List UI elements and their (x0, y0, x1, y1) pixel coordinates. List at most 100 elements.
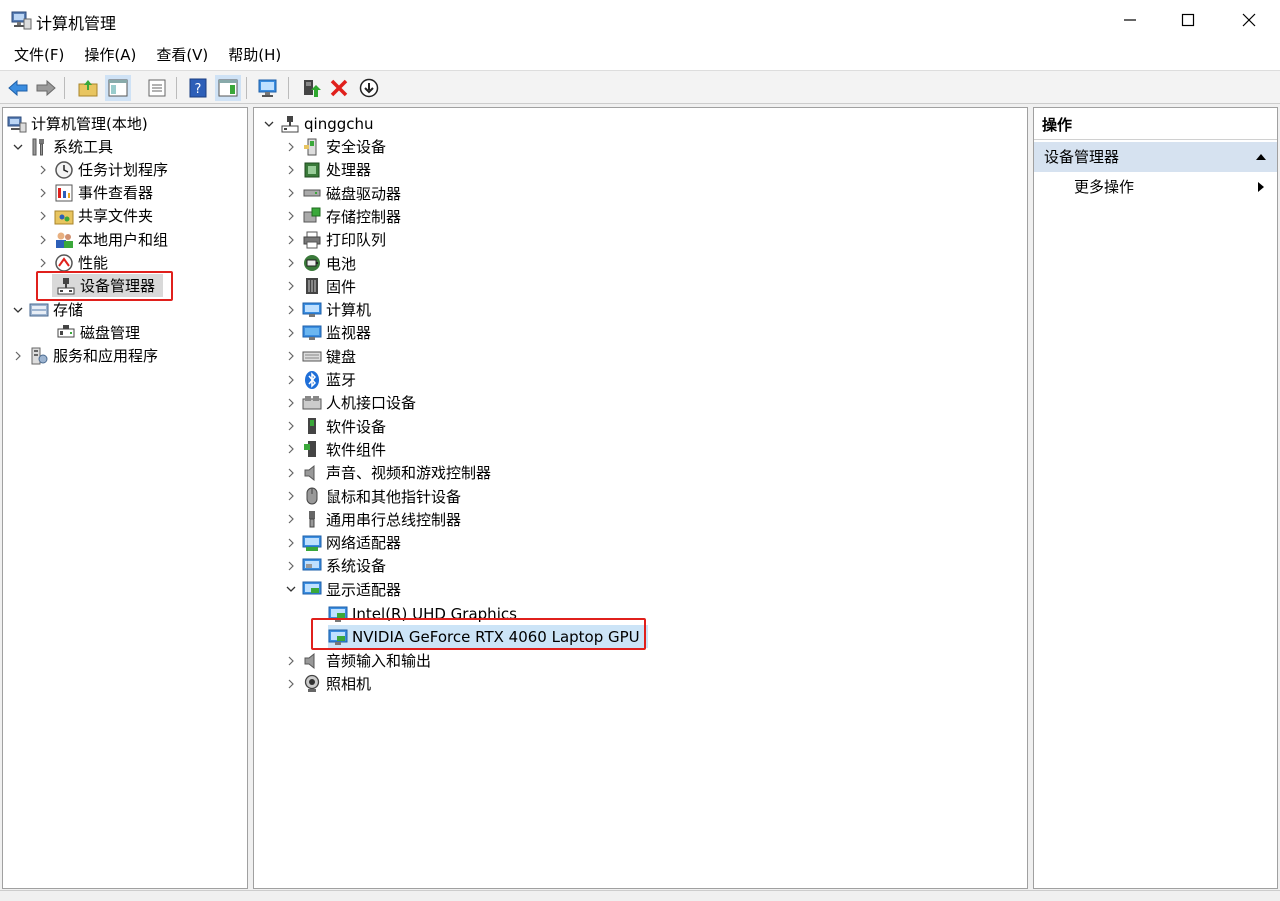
device-category-display-adapter[interactable]: 显示适配器 (284, 578, 401, 601)
chevron-down-icon[interactable] (284, 582, 298, 596)
chevron-right-icon[interactable] (284, 373, 298, 387)
menu-file[interactable]: 文件(F) (6, 40, 72, 70)
keyboard-icon (302, 346, 322, 366)
chevron-right-icon[interactable] (284, 419, 298, 433)
toolbar: ? (0, 70, 1280, 104)
actions-section-device-manager[interactable]: 设备管理器 (1034, 142, 1277, 172)
menu-view[interactable]: 查看(V) (148, 40, 216, 70)
device-category-security-device[interactable]: 安全设备 (284, 135, 386, 158)
toolbar-separator (64, 77, 65, 99)
device-tree-pane[interactable]: qinggchu 安全设备 处理器 磁盘驱动器 存储控制器 打印队列 电池 固件 计算机 监视器… (253, 107, 1028, 889)
tree-storage[interactable]: 存储 (11, 298, 83, 321)
tree-task-scheduler[interactable]: 任务计划程序 (36, 158, 168, 181)
device-category-disk-drive[interactable]: 磁盘驱动器 (284, 182, 401, 205)
uninstall-device-button[interactable] (326, 75, 352, 101)
minimize-icon (1124, 19, 1136, 21)
device-category-processor[interactable]: 处理器 (284, 158, 371, 181)
chevron-right-icon[interactable] (284, 489, 298, 503)
scan-hardware-button[interactable] (255, 75, 281, 101)
chevron-right-icon[interactable] (284, 396, 298, 410)
show-hide-tree-button[interactable] (105, 75, 131, 101)
chevron-right-icon[interactable] (284, 163, 298, 177)
storage-controller-icon (302, 206, 322, 226)
device-category-software-device[interactable]: 软件设备 (284, 415, 386, 438)
device-category-mouse[interactable]: 鼠标和其他指针设备 (284, 485, 461, 508)
minimize-button[interactable] (1100, 0, 1160, 40)
device-tree-root[interactable]: qinggchu (262, 112, 374, 135)
system-device-icon (302, 556, 322, 576)
device-category-usb[interactable]: 通用串行总线控制器 (284, 508, 461, 531)
device-category-bluetooth[interactable]: 蓝牙 (284, 368, 356, 391)
chevron-right-icon[interactable] (284, 326, 298, 340)
chevron-right-icon[interactable] (284, 654, 298, 668)
tree-root[interactable]: 计算机管理(本地) (7, 112, 148, 135)
chevron-down-icon[interactable] (11, 140, 25, 154)
device-category-system-device[interactable]: 系统设备 (284, 554, 386, 577)
chevron-right-icon[interactable] (284, 303, 298, 317)
back-button[interactable] (5, 75, 31, 101)
collapse-up-icon[interactable] (1255, 152, 1267, 162)
chevron-right-icon[interactable] (36, 163, 50, 177)
chevron-right-icon[interactable] (284, 512, 298, 526)
tree-local-users[interactable]: 本地用户和组 (36, 228, 168, 251)
device-category-printer[interactable]: 打印队列 (284, 228, 386, 251)
chevron-right-icon[interactable] (284, 140, 298, 154)
chevron-down-icon[interactable] (262, 117, 276, 131)
device-category-battery[interactable]: 电池 (284, 252, 356, 275)
device-category-firmware[interactable]: 固件 (284, 275, 356, 298)
software-device-icon (302, 416, 322, 436)
menu-help[interactable]: 帮助(H) (220, 40, 289, 70)
status-bar (0, 890, 1280, 901)
chevron-right-icon[interactable] (284, 536, 298, 550)
actions-header: 操作 (1034, 108, 1277, 140)
up-level-button[interactable] (75, 75, 101, 101)
more-actions-item[interactable]: 更多操作 (1034, 172, 1277, 202)
chevron-right-icon[interactable] (36, 186, 50, 200)
export-list-button[interactable] (144, 75, 170, 101)
tree-system-tools[interactable]: 系统工具 (11, 135, 113, 158)
help-button[interactable]: ? (185, 75, 211, 101)
chevron-right-icon[interactable] (284, 466, 298, 480)
close-button[interactable] (1219, 0, 1279, 40)
device-category-monitor[interactable]: 监视器 (284, 321, 371, 344)
submenu-arrow-icon (1258, 182, 1264, 192)
menu-bar: 文件(F) 操作(A) 查看(V) 帮助(H) (0, 40, 1280, 70)
chevron-right-icon[interactable] (284, 186, 298, 200)
tree-disk-management[interactable]: 磁盘管理 (52, 321, 140, 344)
device-category-storage-controller[interactable]: 存储控制器 (284, 205, 401, 228)
chevron-right-icon[interactable] (284, 279, 298, 293)
device-audio-io[interactable]: 音频输入和输出 (284, 649, 431, 672)
console-tree-pane[interactable]: 计算机管理(本地) 系统工具 任务计划程序 事件查看器 共享文件夹 本地用户和组… (2, 107, 248, 889)
show-action-pane-button[interactable] (215, 75, 241, 101)
device-category-keyboard[interactable]: 键盘 (284, 345, 356, 368)
performance-gauge-icon (54, 253, 74, 273)
device-category-software-component[interactable]: 软件组件 (284, 438, 386, 461)
menu-action[interactable]: 操作(A) (76, 40, 144, 70)
tree-shared-folders[interactable]: 共享文件夹 (36, 204, 153, 227)
device-category-computer[interactable]: 计算机 (284, 298, 371, 321)
chevron-right-icon[interactable] (284, 233, 298, 247)
chevron-down-icon[interactable] (11, 303, 25, 317)
device-camera[interactable]: 照相机 (284, 672, 371, 695)
tree-services[interactable]: 服务和应用程序 (11, 344, 158, 367)
chevron-right-icon[interactable] (11, 349, 25, 363)
tree-event-viewer[interactable]: 事件查看器 (36, 181, 153, 204)
chevron-right-icon[interactable] (36, 256, 50, 270)
forward-button[interactable] (33, 75, 59, 101)
device-category-sound[interactable]: 声音、视频和游戏控制器 (284, 461, 491, 484)
device-category-hid[interactable]: 人机接口设备 (284, 391, 416, 414)
chevron-right-icon[interactable] (284, 442, 298, 456)
device-category-network-adapter[interactable]: 网络适配器 (284, 531, 401, 554)
chevron-right-icon[interactable] (284, 559, 298, 573)
update-driver-button[interactable] (298, 75, 324, 101)
disk-drive-icon (302, 183, 322, 203)
maximize-button[interactable] (1158, 0, 1218, 40)
chevron-right-icon[interactable] (284, 209, 298, 223)
chevron-right-icon[interactable] (36, 233, 50, 247)
printer-icon (302, 230, 322, 250)
disable-device-button[interactable] (356, 75, 382, 101)
chevron-right-icon[interactable] (36, 209, 50, 223)
chevron-right-icon[interactable] (284, 349, 298, 363)
chevron-right-icon[interactable] (284, 677, 298, 691)
chevron-right-icon[interactable] (284, 256, 298, 270)
